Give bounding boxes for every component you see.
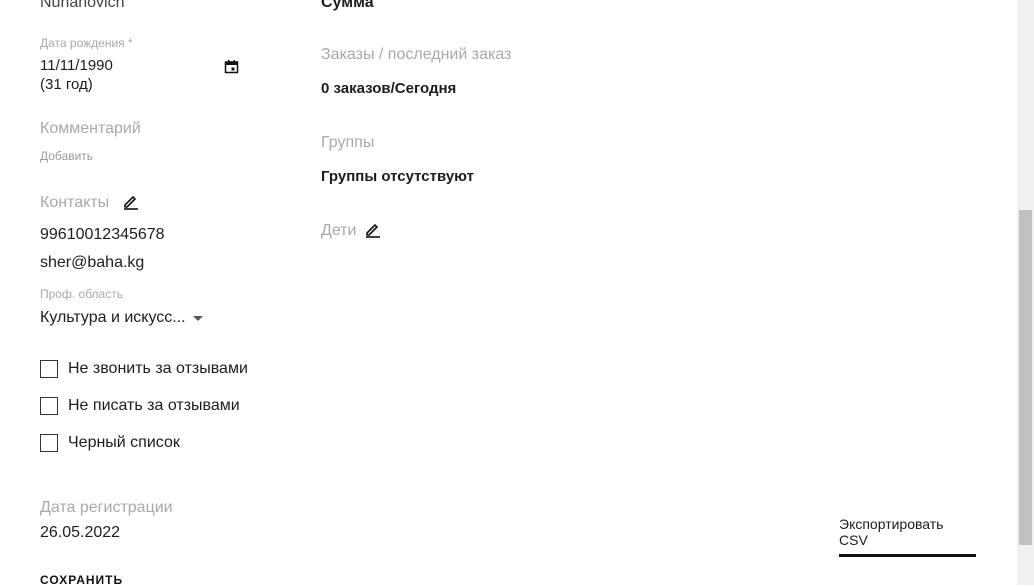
blacklist-label: Черный список	[68, 434, 180, 451]
dropdown-arrow-icon	[193, 316, 203, 321]
children-label: Дети	[321, 222, 357, 239]
registration-date-label: Дата регистрации	[40, 499, 173, 516]
comment-label: Комментарий	[40, 120, 141, 137]
scrollbar-thumb[interactable]	[1019, 210, 1032, 545]
no-call-label: Не звонить за отзывами	[68, 360, 248, 377]
phone-value: 99610012345678	[40, 226, 165, 243]
age-text: (31 год)	[40, 76, 93, 93]
sum-label: Сумма	[321, 0, 374, 11]
no-write-label: Не писать за отзывами	[68, 397, 240, 414]
no-call-checkbox[interactable]	[40, 360, 58, 378]
registration-date-value: 26.05.2022	[40, 524, 121, 541]
pencil-icon[interactable]	[364, 221, 381, 243]
prof-area-label: Проф. область	[40, 287, 123, 301]
orders-value: 0 заказов/Сегодня	[321, 80, 457, 97]
birth-date-label: Дата рождения *	[40, 36, 133, 50]
groups-label: Группы	[321, 134, 375, 151]
contacts-label: Контакты	[40, 194, 110, 211]
no-write-checkbox[interactable]	[40, 397, 58, 415]
add-comment-link[interactable]: Добавить	[40, 149, 93, 163]
orders-label: Заказы / последний заказ	[321, 46, 512, 63]
birth-date-input[interactable]: 11/11/1990	[40, 57, 113, 74]
export-csv-button[interactable]: Экспортировать CSV	[839, 516, 976, 557]
blacklist-checkbox[interactable]	[40, 434, 58, 452]
email-value: sher@baha.kg	[40, 254, 145, 271]
prof-area-value: Культура и искусс...	[40, 309, 186, 326]
prof-area-select[interactable]: Культура и искусс...	[40, 308, 210, 330]
groups-value: Группы отсутствуют	[321, 168, 474, 185]
patronymic-value: Nurlanovich	[40, 0, 125, 11]
pencil-icon[interactable]	[122, 193, 139, 215]
calendar-icon[interactable]	[224, 59, 239, 79]
